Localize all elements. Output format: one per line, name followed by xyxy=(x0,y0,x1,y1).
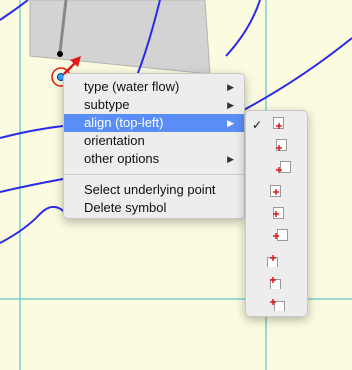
align-right-icon xyxy=(273,229,288,241)
align-option[interactable] xyxy=(246,269,307,291)
menu-item-label: align (top-left) xyxy=(84,115,164,130)
menu-item-align[interactable]: align (top-left) ▶ xyxy=(64,114,244,132)
align-top-right-icon xyxy=(276,161,291,173)
align-option[interactable]: ✓ xyxy=(246,115,307,137)
align-option[interactable] xyxy=(246,137,307,159)
menu-item-select-underlying-point[interactable]: Select underlying point xyxy=(64,181,244,199)
menu-item-delete-symbol[interactable]: Delete symbol xyxy=(64,199,244,217)
menu-item-type[interactable]: type (water flow) ▶ xyxy=(64,78,244,96)
river-line[interactable] xyxy=(0,125,64,139)
menu-item-subtype[interactable]: subtype ▶ xyxy=(64,96,244,114)
align-option[interactable] xyxy=(246,159,307,181)
menu-item-label: subtype xyxy=(84,97,130,112)
symbol-shape[interactable] xyxy=(29,0,211,75)
river-line[interactable] xyxy=(239,37,352,113)
align-bottom-icon xyxy=(270,277,281,289)
align-center-icon xyxy=(273,207,284,219)
river-line[interactable] xyxy=(225,0,261,57)
align-option[interactable] xyxy=(246,247,307,269)
river-line[interactable] xyxy=(0,206,71,244)
river-line[interactable] xyxy=(0,178,64,193)
submenu-arrow-icon: ▶ xyxy=(227,82,234,92)
align-bottom-right-icon xyxy=(270,299,285,311)
align-option[interactable] xyxy=(246,181,307,203)
menu-item-other-options[interactable]: other options ▶ xyxy=(64,150,244,168)
menu-item-label: type (water flow) xyxy=(84,79,180,94)
align-left-icon xyxy=(270,185,281,197)
checkmark-icon: ✓ xyxy=(252,118,263,132)
menu-item-label: Select underlying point xyxy=(84,182,216,197)
submenu-arrow-icon: ▶ xyxy=(227,100,234,110)
menu-separator xyxy=(64,174,244,175)
menu-item-label: Delete symbol xyxy=(84,200,167,215)
submenu-arrow-icon: ▶ xyxy=(227,118,234,128)
menu-item-label: other options xyxy=(84,151,160,166)
align-top-left-icon xyxy=(273,117,284,129)
submenu-arrow-icon: ▶ xyxy=(227,154,234,164)
align-bottom-left-icon xyxy=(267,255,278,267)
river-line[interactable] xyxy=(0,0,29,21)
align-option[interactable] xyxy=(246,291,307,313)
anchor-point[interactable] xyxy=(57,51,63,57)
menu-item-label: orientation xyxy=(84,133,145,148)
align-submenu: ✓ xyxy=(245,110,308,317)
context-menu: type (water flow) ▶ subtype ▶ align (top… xyxy=(63,73,245,219)
align-option[interactable] xyxy=(246,225,307,247)
align-top-icon xyxy=(276,139,287,151)
menu-item-orientation[interactable]: orientation xyxy=(64,132,244,150)
align-option[interactable] xyxy=(246,203,307,225)
